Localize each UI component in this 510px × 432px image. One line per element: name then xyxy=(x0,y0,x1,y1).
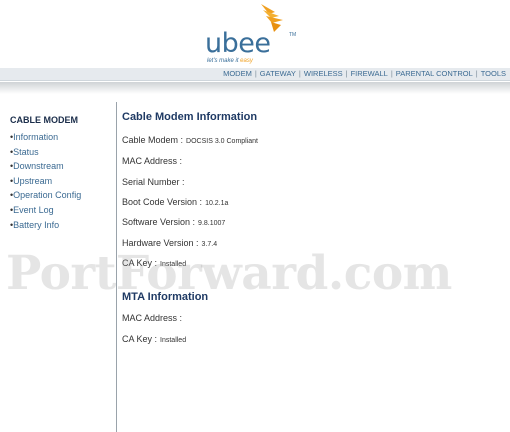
nav-tools[interactable]: TOOLS xyxy=(481,69,506,78)
row-mta-mac-address: MAC Address : xyxy=(122,313,185,323)
logo-tagline: let's make it easy xyxy=(207,58,253,64)
row-value: DOCSIS 3.0 Compliant xyxy=(186,138,259,145)
logo-wordmark: ubee xyxy=(205,28,271,59)
row-boot-code-version: Boot Code Version :10.2.1a xyxy=(122,197,228,207)
sidebar-item-label[interactable]: Status xyxy=(13,147,39,157)
row-serial-number: Serial Number : xyxy=(122,177,188,187)
row-label: Boot Code Version : xyxy=(122,197,203,207)
nav-firewall[interactable]: FIREWALL xyxy=(351,69,388,78)
sidebar-item-label[interactable]: Event Log xyxy=(13,205,54,215)
row-value: 9.8.1007 xyxy=(198,220,226,227)
sidebar-item-label[interactable]: Operation Config xyxy=(13,190,81,200)
ubee-logo: ubee TM let's make it easy xyxy=(205,2,305,66)
header-shadow xyxy=(0,82,510,94)
row-value: Installed xyxy=(160,337,187,344)
nav-modem[interactable]: MODEM xyxy=(223,69,252,78)
nav-parental-control[interactable]: PARENTAL CONTROL xyxy=(396,69,473,78)
row-value: 10.2.1a xyxy=(205,200,229,207)
row-label: CA Key : xyxy=(122,334,158,344)
nav-separator: | xyxy=(254,69,257,78)
header: ubee TM let's make it easy xyxy=(0,0,510,68)
sidebar-item-upstream[interactable]: •Upstream xyxy=(10,174,115,189)
row-mta-ca-key: CA Key : Installed xyxy=(122,334,186,344)
sidebar-item-label[interactable]: Information xyxy=(13,132,58,142)
nav-wireless[interactable]: WIRELESS xyxy=(304,69,343,78)
sidebar-item-downstream[interactable]: •Downstream xyxy=(10,159,115,174)
sidebar-item-battery-info[interactable]: •Battery Info xyxy=(10,218,115,233)
row-label: Serial Number : xyxy=(122,177,185,187)
sidebar-item-event-log[interactable]: •Event Log xyxy=(10,203,115,218)
nav-separator: | xyxy=(475,69,478,78)
portforward-watermark: PortForward.com xyxy=(6,246,452,301)
row-cable-modem: Cable Modem : DOCSIS 3.0 Compliant xyxy=(122,135,258,145)
sidebar-item-label[interactable]: Battery Info xyxy=(13,220,59,230)
sidebar-item-label[interactable]: Downstream xyxy=(13,161,64,171)
row-software-version: Software Version :9.8.1007 xyxy=(122,217,225,227)
nav-gateway[interactable]: GATEWAY xyxy=(260,69,296,78)
nav-separator: | xyxy=(390,69,393,78)
sidebar: CABLE MODEM •Information •Status •Downst… xyxy=(10,115,115,232)
row-label: MAC Address : xyxy=(122,313,183,323)
logo-trademark: TM xyxy=(289,32,297,38)
nav-separator: | xyxy=(345,69,348,78)
row-mac-address: MAC Address : xyxy=(122,156,185,166)
sidebar-item-operation-config[interactable]: •Operation Config xyxy=(10,188,115,203)
row-label: MAC Address : xyxy=(122,156,183,166)
row-label: Cable Modem : xyxy=(122,135,184,145)
nav-separator: | xyxy=(298,69,301,78)
sidebar-item-information[interactable]: •Information xyxy=(10,130,115,145)
row-label: Software Version : xyxy=(122,217,196,227)
top-nav: MODEM | GATEWAY | WIRELESS | FIREWALL | PARENTAL… xyxy=(0,68,510,81)
sidebar-item-label[interactable]: Upstream xyxy=(13,176,52,186)
tagline-accent: easy xyxy=(240,58,253,64)
sidebar-title: CABLE MODEM xyxy=(10,115,78,125)
cable-modem-info-title: Cable Modem Information xyxy=(122,111,258,123)
sidebar-item-status[interactable]: •Status xyxy=(10,145,115,160)
tagline-text: let's make it xyxy=(207,58,241,64)
